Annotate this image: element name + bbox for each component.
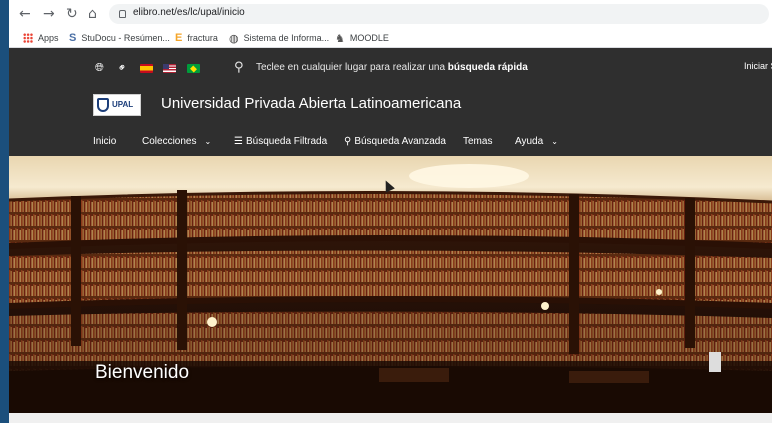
link-icon[interactable]: ⚭ [114,60,130,76]
welcome-title: Bienvenido [95,362,190,383]
menu-colecciones[interactable]: Colecciones ⌄ [142,136,211,147]
flag-brazil-icon[interactable] [187,64,200,73]
arrow-left-icon[interactable]: ← [19,6,31,22]
bookmark-label: fractura [187,33,218,43]
main-menu: Inicio Colecciones ⌄ ☰ Búsqueda Filtrada… [9,132,772,152]
apps-grid-icon [23,33,33,43]
globe-icon[interactable]: 🌐︎ [95,62,104,74]
upal-logo[interactable]: UPAL [93,94,141,116]
quick-search-hint[interactable]: Teclee en cualquier lugar para realizar … [256,62,528,73]
bookmark-fractura[interactable]: E fractura [175,31,218,45]
filter-icon: ☰ [234,136,243,147]
menu-busqueda-filtrada[interactable]: ☰ Búsqueda Filtrada [234,136,327,147]
url-field[interactable]: elibro.net/es/lc/upal/inicio [109,4,769,24]
menu-inicio[interactable]: Inicio [93,136,116,147]
studocu-icon: S [69,32,77,44]
bookmark-apps[interactable]: Apps [23,31,59,45]
university-name[interactable]: Universidad Privada Abierta Latinoameric… [161,95,461,112]
login-link[interactable]: Iniciar S [744,61,772,71]
menu-label: Temas [463,136,493,147]
menu-busqueda-avanzada[interactable]: ⚲ Búsqueda Avanzada [344,136,446,147]
search-hint-text: Teclee en cualquier lugar para realizar … [256,62,448,73]
globe-icon: ◍ [229,31,239,45]
site-header: 🌐︎ ⚭ ⚲ Teclee en cualquier lugar para re… [9,48,772,156]
menu-label: Búsqueda Avanzada [354,136,446,147]
home-icon[interactable]: ⌂ [88,6,97,22]
menu-temas[interactable]: Temas [463,136,492,147]
bookmark-label: StuDocu - Resúmen... [81,33,170,43]
menu-label: Colecciones [142,136,197,147]
bookmark-label: Sistema de Informa... [243,33,330,43]
bookmark-sistema[interactable]: ◍ Sistema de Informa... [229,31,329,45]
search-icon[interactable]: ⚲ [234,60,244,75]
menu-label: Búsqueda Filtrada [245,136,328,147]
chevron-down-icon: ⌄ [204,137,212,146]
menu-label: Ayuda [515,136,544,147]
bookmark-label: Apps [38,33,59,43]
bookmarks-bar: Apps S StuDocu - Resúmen... E fractura ◍… [9,28,772,48]
reload-icon[interactable]: ↻ [66,6,78,22]
lock-icon [119,10,126,18]
bookmark-moodle[interactable]: ♞ MOODLE [335,31,389,45]
e-icon: E [175,32,183,44]
search-hint-bold: búsqueda rápida [447,62,528,73]
menu-ayuda[interactable]: Ayuda ⌄ [515,136,558,147]
content-strip [9,413,772,423]
flag-spain-icon[interactable] [140,64,153,73]
search-icon: ⚲ [344,136,352,147]
bookmark-studocu[interactable]: S StuDocu - Resúmen... [69,31,170,45]
shield-icon [97,98,109,112]
arrow-right-icon[interactable]: → [43,6,55,22]
moodle-icon: ♞ [335,31,345,45]
menu-label: Inicio [93,136,117,147]
address-bar: ← → ↻ ⌂ elibro.net/es/lc/upal/inicio [9,0,772,28]
chevron-down-icon: ⌄ [551,137,558,146]
url-text: elibro.net/es/lc/upal/inicio [133,7,245,18]
flag-usa-icon[interactable] [163,64,176,73]
hero-banner: Bienvenido [9,156,772,413]
bookmark-label: MOODLE [349,33,389,43]
browser-window: ← → ↻ ⌂ elibro.net/es/lc/upal/inicio App… [9,0,772,423]
logo-text: UPAL [112,100,134,109]
